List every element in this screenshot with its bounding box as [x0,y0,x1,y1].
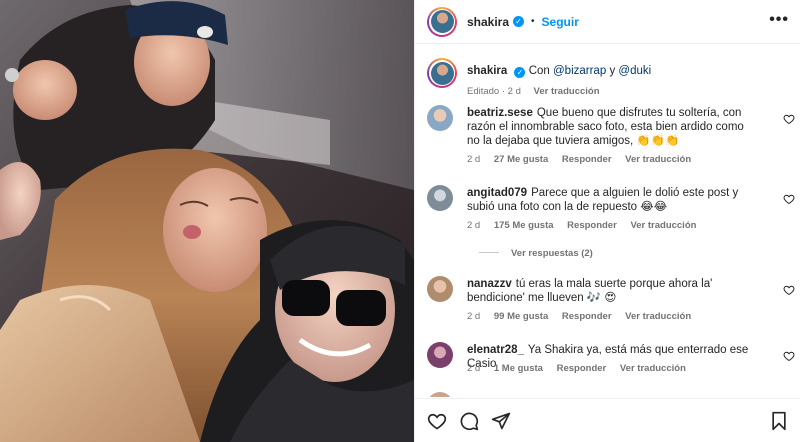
post-photo[interactable] [0,0,414,442]
see-translation-link[interactable]: Ver traducción [625,311,691,322]
comment-meta: 2 d 1 Me gusta Responder Ver traducción [467,363,686,374]
like-comment-heart-icon[interactable] [783,350,795,362]
caption-username[interactable]: shakira [467,65,507,77]
comment-likes[interactable]: 27 Me gusta [494,154,548,165]
like-comment-heart-icon[interactable] [783,113,795,125]
follow-button[interactable]: Seguir [542,15,579,29]
verified-badge-icon: ✓ [514,67,526,78]
commenter-avatar[interactable] [427,185,453,211]
comment-icon[interactable] [459,411,479,431]
reply-button[interactable]: Responder [557,363,607,374]
caption-meta: Editado · 2 d Ver traducción [467,86,600,97]
comment-text: angitad079 Parece que a alguien le dolió … [467,187,739,213]
author-avatar-image [430,10,454,33]
reply-button[interactable]: Responder [562,154,612,165]
author-avatar[interactable] [427,6,457,37]
post-header: shakira ✓ • Seguir ••• [415,0,800,44]
more-options-icon[interactable]: ••• [769,12,789,28]
verified-badge-icon: ✓ [513,16,525,27]
commenter-avatar[interactable] [427,276,453,302]
edited-label: Editado · 2 d [467,86,521,97]
heart-icon[interactable] [427,411,447,431]
replies-divider [479,252,499,253]
comment-username[interactable]: beatriz.sese [467,107,533,119]
bookmark-icon[interactable] [769,411,789,431]
see-translation-link[interactable]: Ver traducción [534,86,600,97]
reply-button[interactable]: Responder [562,311,612,322]
commenter-avatar[interactable] [427,342,453,368]
see-translation-link[interactable]: Ver traducción [625,154,691,165]
instagram-post-view: shakira ✓ • Seguir ••• shakira ✓ Con @bi… [0,0,800,442]
comment-likes[interactable]: 175 Me gusta [494,220,554,231]
comment-text: nanazzv tú eras la mala suerte porque aho… [467,278,713,304]
comment-likes[interactable]: 99 Me gusta [494,311,548,322]
post-actions-bar [415,398,800,442]
caption-text: shakira ✓ Con @bizarrap y @duki [467,65,652,78]
comment-username[interactable]: angitad079 [467,187,527,199]
mention-link[interactable]: @duki [618,65,651,77]
comment-meta: 2 d 175 Me gusta Responder Ver traducció… [467,220,697,231]
see-translation-link[interactable]: Ver traducción [630,220,696,231]
commenter-avatar[interactable] [427,105,453,131]
separator-dot: • [531,16,535,27]
caption-avatar[interactable] [427,58,457,88]
like-comment-heart-icon[interactable] [783,284,795,296]
author-username[interactable]: shakira [467,15,509,29]
like-comment-heart-icon[interactable] [783,193,795,205]
commenter-avatar[interactable] [427,392,453,397]
share-icon[interactable] [491,411,511,431]
see-translation-link[interactable]: Ver traducción [620,363,686,374]
post-photo-image [0,0,414,442]
post-side-panel: shakira ✓ • Seguir ••• shakira ✓ Con @bi… [414,0,800,442]
reply-button[interactable]: Responder [567,220,617,231]
comment-meta: 2 d 27 Me gusta Responder Ver traducción [467,154,692,165]
comments-scroll-area[interactable]: shakira ✓ Con @bizarrap y @duki Editado … [415,45,800,397]
comment-likes[interactable]: 1 Me gusta [494,363,543,374]
comment-text: beatriz.sese Que bueno que disfrutes tu s… [467,107,744,147]
mention-link[interactable]: @bizarrap [553,65,606,77]
comment-username[interactable]: elenatr28_ [467,344,524,356]
comment-meta: 2 d 99 Me gusta Responder Ver traducción [467,311,692,322]
comment-username[interactable]: nanazzv [467,278,512,290]
view-replies-button[interactable]: Ver respuestas (2) [479,248,593,259]
